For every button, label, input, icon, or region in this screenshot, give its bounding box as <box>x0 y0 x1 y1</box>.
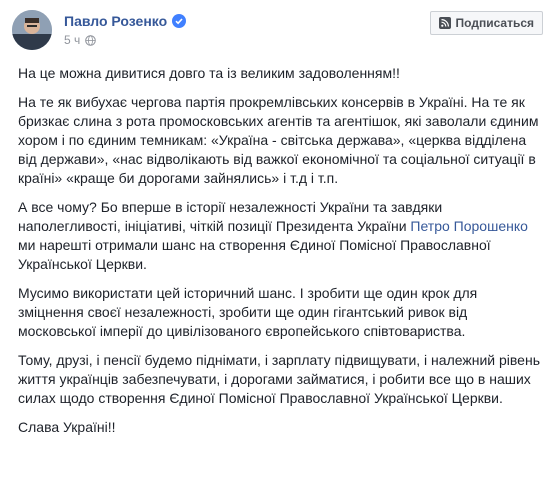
rss-icon <box>438 17 451 29</box>
post-timestamp[interactable]: 5 ч <box>64 33 80 47</box>
paragraph-3-text-start: А все чому? Бо вперше в історії незалежн… <box>18 199 443 234</box>
paragraph-5: Тому, друзі, і пенсії будемо піднімати, … <box>18 352 540 406</box>
paragraph-6: Слава Україні!! <box>18 419 116 435</box>
paragraph-3: А все чому? Бо вперше в історії незалежн… <box>18 198 540 274</box>
verified-badge-icon <box>172 14 187 28</box>
paragraph-3-text-end: ми нарешті отримали шанс на створення Єд… <box>18 237 491 272</box>
subscribe-button[interactable]: Подписаться <box>429 11 543 35</box>
subscribe-label: Подписаться <box>455 16 534 30</box>
author-row: Павло Розенко <box>64 13 187 29</box>
post-meta: 5 ч <box>64 33 97 47</box>
post-body: На це можна дивитися довго та із великим… <box>18 64 540 447</box>
author-name[interactable]: Павло Розенко <box>64 13 167 29</box>
mention-link[interactable]: Петро Порошенко <box>410 218 528 234</box>
facebook-post: Павло Розенко 5 ч Подписаться На це можн… <box>0 0 555 504</box>
paragraph-2: На те як вибухає чергова партія прокремл… <box>18 94 539 186</box>
paragraph-1: На це можна дивитися довго та із великим… <box>18 65 400 81</box>
post-header: Павло Розенко 5 ч Подписаться <box>12 10 543 60</box>
globe-icon <box>85 34 97 46</box>
avatar[interactable] <box>12 10 52 50</box>
paragraph-4: Мусимо використати цей історичний шанс. … <box>18 285 478 339</box>
